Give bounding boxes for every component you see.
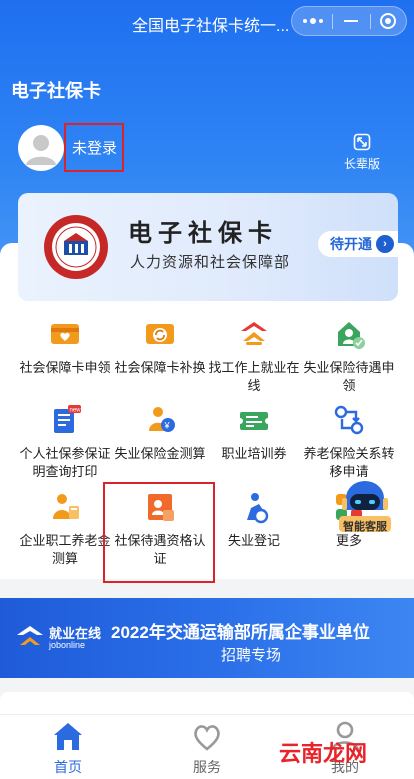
service-item-print-certificate[interactable]: new 个人社保参保证明查询打印 xyxy=(17,403,113,481)
card-apply-icon xyxy=(48,317,82,351)
service-item-pension-transfer[interactable]: 养老保险关系转移申请 xyxy=(301,403,397,481)
mini-program-titlebar: 全国电子社保卡统一... xyxy=(0,0,414,44)
expand-icon xyxy=(353,133,371,151)
tab-home[interactable]: 首页 xyxy=(28,719,108,777)
minimize-button[interactable] xyxy=(332,7,370,35)
service-label: 失业保险金测算 xyxy=(114,446,206,461)
promo-subtitle: 招聘专场 xyxy=(221,647,282,664)
recruitment-promo-banner[interactable]: 就业在线 jobonline 2022年交通运输部所属企事业单位 招聘专场 xyxy=(0,598,414,678)
ai-customer-service-button[interactable]: 智能客服 xyxy=(334,476,396,538)
service-item-qualification-verify[interactable]: 社保待遇资格认证 xyxy=(112,490,208,568)
home-icon xyxy=(51,719,85,753)
activate-label: 待开通 xyxy=(330,236,372,252)
service-item-unemployment-register[interactable]: 失业登记 xyxy=(206,490,302,550)
service-item-unemployment-benefit[interactable]: 失业保险待遇申领 xyxy=(301,317,397,395)
more-dots-button[interactable] xyxy=(294,7,332,35)
service-label: 个人社保参保证明查询打印 xyxy=(19,446,111,479)
elder-mode-button[interactable]: 长辈版 xyxy=(340,133,384,172)
svg-text:¥: ¥ xyxy=(164,421,171,431)
service-item-unemployment-calc[interactable]: ¥ 失业保险金测算 xyxy=(112,403,208,463)
job-search-icon xyxy=(237,317,271,351)
ai-service-label: 智能客服 xyxy=(343,521,387,533)
print-certificate-icon: new xyxy=(48,403,82,437)
heart-icon xyxy=(190,719,224,753)
watermark: 云南龙网 xyxy=(279,742,368,767)
tab-service[interactable]: 服务 xyxy=(167,719,247,777)
close-button[interactable] xyxy=(369,7,407,35)
activate-button[interactable]: 待开通 › xyxy=(318,231,398,257)
social-security-card-banner[interactable]: 电子社保卡 人力资源和社会保障部 待开通 › xyxy=(18,193,398,301)
jobonline-logo: 就业在线 jobonline xyxy=(15,623,105,655)
svg-text:new: new xyxy=(70,408,82,414)
unemployment-calc-icon: ¥ xyxy=(143,403,177,437)
banner-subtitle: 人力资源和社会保障部 xyxy=(130,254,291,271)
window-title: 全国电子社保卡统一... xyxy=(132,18,290,35)
tab-label: 首页 xyxy=(54,759,82,775)
pension-calc-icon xyxy=(48,490,82,524)
pension-transfer-icon xyxy=(332,403,366,437)
banner-title: 电子社保卡 xyxy=(128,218,278,247)
unemployment-register-icon xyxy=(237,490,271,524)
service-label: 社会保障卡补换 xyxy=(114,360,206,375)
service-item-card-replace[interactable]: 社会保障卡补换 xyxy=(112,317,208,377)
service-label: 社保待遇资格认证 xyxy=(114,533,206,566)
service-item-card-apply[interactable]: 社会保障卡申领 xyxy=(17,317,113,377)
card-replace-icon xyxy=(143,317,177,351)
service-item-pension-calc[interactable]: 企业职工养老金测算 xyxy=(17,490,113,568)
service-label: 企业职工养老金测算 xyxy=(19,533,111,566)
login-link[interactable]: 未登录 xyxy=(72,137,117,158)
tab-label: 服务 xyxy=(193,759,221,775)
social-security-emblem-icon xyxy=(42,213,110,281)
service-label: 失业登记 xyxy=(227,533,280,548)
unemployment-benefit-icon xyxy=(332,317,366,351)
capsule-menu xyxy=(291,6,407,36)
training-voucher-icon xyxy=(237,403,271,437)
logo-en: jobonline xyxy=(49,640,86,650)
qualification-verify-icon xyxy=(143,490,177,524)
minus-icon xyxy=(344,20,358,22)
promo-title: 2022年交通运输部所属企事业单位 xyxy=(111,623,370,642)
target-icon xyxy=(380,13,396,29)
service-item-job-search[interactable]: 找工作上就业在线 xyxy=(206,317,302,395)
avatar[interactable] xyxy=(18,125,64,171)
elder-mode-label: 长辈版 xyxy=(343,157,380,171)
page-title: 电子社保卡 xyxy=(11,81,101,101)
service-label: 职业培训券 xyxy=(221,446,287,461)
chevron-right-icon: › xyxy=(376,235,394,253)
service-item-training-voucher[interactable]: 职业培训券 xyxy=(206,403,302,463)
service-label: 失业保险待遇申领 xyxy=(303,360,395,393)
service-label: 找工作上就业在线 xyxy=(208,360,300,393)
service-label: 社会保障卡申领 xyxy=(19,360,111,375)
